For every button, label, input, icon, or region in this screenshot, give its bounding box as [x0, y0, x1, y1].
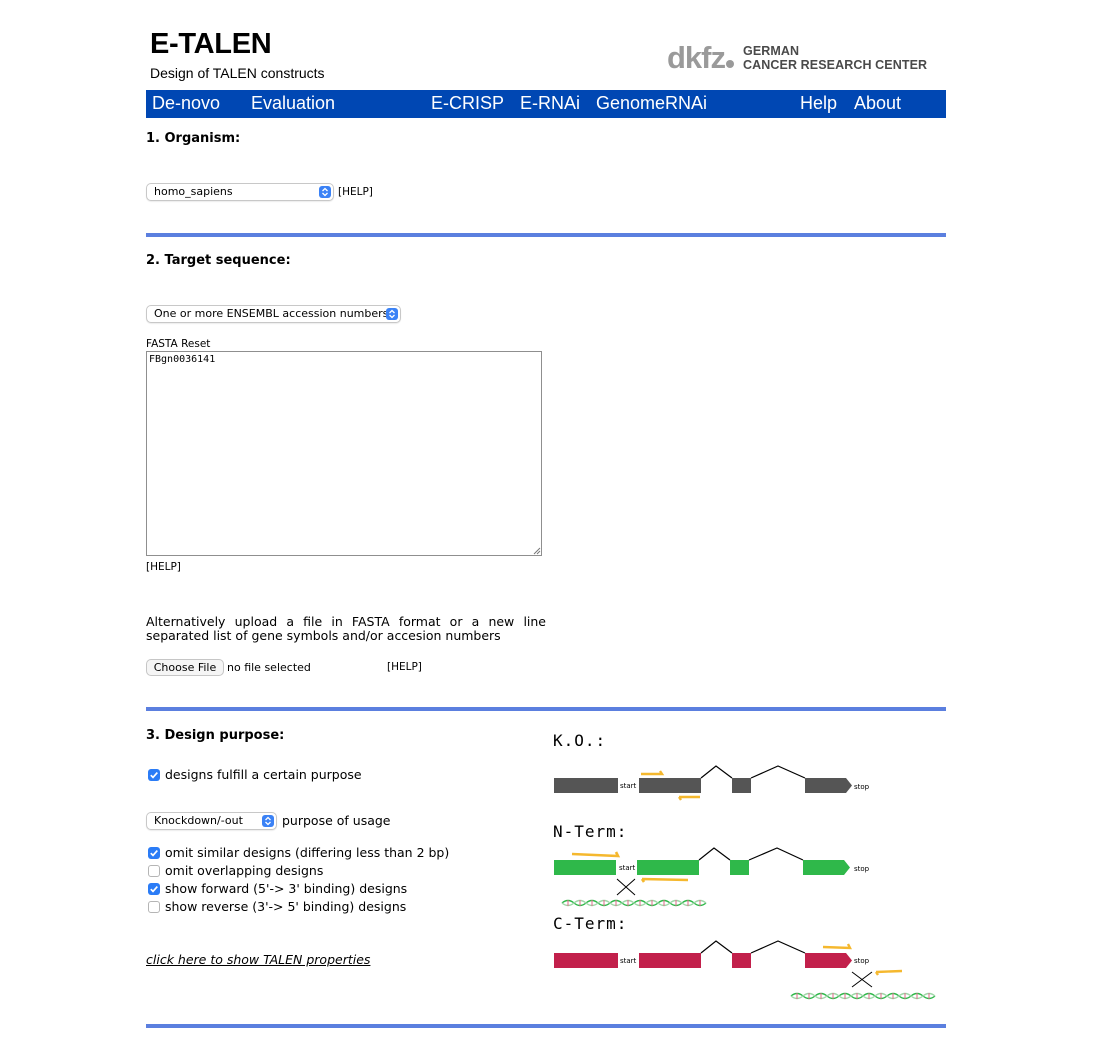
- show-forward-checkbox[interactable]: [148, 883, 160, 895]
- ko-gene-model: start stop: [554, 765, 870, 801]
- ko-diagram-title: K.O.:: [553, 731, 607, 750]
- nterm-exon-2: [637, 860, 699, 875]
- section-divider-1: [146, 233, 946, 237]
- nterm-intron-1: [698, 847, 731, 861]
- section-divider-3: [146, 1024, 946, 1028]
- logo-line-1: GERMAN: [743, 43, 800, 58]
- nav-help[interactable]: Help: [800, 93, 837, 114]
- logo-mark: dkfz: [667, 42, 734, 73]
- cterm-exon-4: [805, 953, 852, 968]
- cterm-exon-2: [639, 953, 701, 968]
- fasta-reset-row: FASTA Reset: [146, 338, 210, 350]
- ko-exon-4: [805, 778, 852, 793]
- omit-overlapping-checkbox[interactable]: [148, 865, 160, 877]
- usage-select[interactable]: Knockdown/-out: [146, 812, 277, 830]
- target-heading: 2. Target sequence:: [146, 253, 291, 268]
- sequence-textarea[interactable]: FBgn0036141: [146, 351, 542, 556]
- nav-e-crisp[interactable]: E-CRISP: [431, 93, 504, 114]
- nav-e-rnai[interactable]: E-RNAi: [520, 93, 580, 114]
- cterm-dna-helix: [790, 992, 936, 1000]
- chevron-updown-icon: [386, 308, 398, 320]
- cterm-cut-site: [851, 971, 873, 988]
- dkfz-logo[interactable]: dkfz GERMAN CANCER RESEARCH CENTER: [667, 42, 927, 73]
- cterm-intron-1: [700, 940, 733, 954]
- nav-genomernai[interactable]: GenomeRNAi: [596, 93, 707, 114]
- omit-similar-checkbox[interactable]: [148, 847, 160, 859]
- omit-overlapping-label: omit overlapping designs: [165, 863, 324, 878]
- logo-text: GERMAN CANCER RESEARCH CENTER: [743, 44, 927, 72]
- no-file-label: no file selected: [227, 661, 311, 674]
- nterm-exon-1: [554, 860, 616, 875]
- cterm-talen-reverse: [875, 969, 903, 976]
- omit-similar-label: omit similar designs (differing less tha…: [165, 845, 450, 860]
- purpose-checkbox[interactable]: [148, 769, 160, 781]
- logo-line-2: CANCER RESEARCH CENTER: [743, 57, 928, 72]
- resize-grip-icon[interactable]: [532, 546, 541, 555]
- nterm-talen-reverse: [640, 877, 689, 883]
- nav-de-novo[interactable]: De-novo: [152, 93, 220, 114]
- nterm-dna-helix: [561, 899, 707, 907]
- input-type-select-value: One or more ENSEMBL accession numbers: [154, 307, 389, 320]
- cterm-talen-forward: [822, 943, 852, 950]
- app-subtitle: Design of TALEN constructs: [150, 65, 325, 81]
- nterm-stop-label: stop: [854, 865, 870, 873]
- ko-exon-2: [639, 778, 701, 793]
- input-type-select[interactable]: One or more ENSEMBL accession numbers: [146, 305, 401, 323]
- sequence-help-link[interactable]: [HELP]: [146, 561, 181, 573]
- fasta-link[interactable]: FASTA: [146, 338, 178, 350]
- upload-description: Alternatively upload a file in FASTA for…: [146, 614, 546, 643]
- nterm-intron-2: [748, 847, 804, 861]
- choose-file-button[interactable]: Choose File: [146, 659, 224, 676]
- ko-intron-2: [750, 765, 806, 779]
- section-divider-2: [146, 707, 946, 711]
- ko-talen-reverse: [678, 795, 700, 801]
- upload-help-link[interactable]: [HELP]: [387, 661, 422, 673]
- logo-dot: [726, 60, 734, 68]
- organism-help-link[interactable]: [HELP]: [338, 186, 373, 198]
- talen-properties-link[interactable]: click here to show TALEN properties: [146, 952, 370, 967]
- ko-exon-1: [554, 778, 618, 793]
- nterm-cut-site: [616, 878, 636, 896]
- nav-bar: De-novo Evaluation E-CRISP E-RNAi Genome…: [146, 90, 946, 118]
- reset-link[interactable]: Reset: [181, 338, 210, 350]
- app-title: E-TALEN: [150, 28, 272, 60]
- logo-mark-text: dkfz: [667, 40, 726, 75]
- cterm-exon-1: [554, 953, 618, 968]
- ko-stop-label: stop: [854, 783, 870, 791]
- show-reverse-label: show reverse (3'-> 5' binding) designs: [165, 899, 407, 914]
- nterm-talen-forward: [571, 851, 621, 858]
- cterm-intron-2: [750, 940, 806, 954]
- chevron-updown-icon: [262, 815, 274, 827]
- nterm-start-label: start: [619, 864, 636, 872]
- organism-select[interactable]: homo_sapiens: [146, 183, 334, 201]
- nterm-exon-4: [803, 860, 850, 875]
- show-forward-label: show forward (5'-> 3' binding) designs: [165, 881, 408, 896]
- cterm-gene-model: start stop: [554, 940, 936, 1000]
- ko-intron-1: [700, 765, 733, 779]
- usage-label: purpose of usage: [282, 813, 391, 828]
- cterm-start-label: start: [620, 957, 637, 965]
- organism-heading: 1. Organism:: [146, 131, 241, 146]
- cterm-exon-3: [732, 953, 751, 968]
- chevron-updown-icon: [319, 186, 331, 198]
- cterm-stop-label: stop: [854, 957, 870, 965]
- usage-select-value: Knockdown/-out: [154, 814, 243, 827]
- gene-diagrams: start stop start stop start stop: [554, 765, 936, 1000]
- nav-evaluation[interactable]: Evaluation: [251, 93, 335, 114]
- show-reverse-checkbox[interactable]: [148, 901, 160, 913]
- nav-about[interactable]: About: [854, 93, 901, 114]
- organism-select-value: homo_sapiens: [154, 185, 233, 198]
- purpose-checkbox-label: designs fulfill a certain purpose: [165, 767, 362, 782]
- purpose-heading: 3. Design purpose:: [146, 728, 285, 743]
- nterm-exon-3: [730, 860, 749, 875]
- ko-talen-forward: [641, 770, 665, 776]
- nterm-gene-model: start stop: [554, 847, 870, 907]
- ko-start-label: start: [620, 782, 637, 790]
- ko-exon-3: [732, 778, 751, 793]
